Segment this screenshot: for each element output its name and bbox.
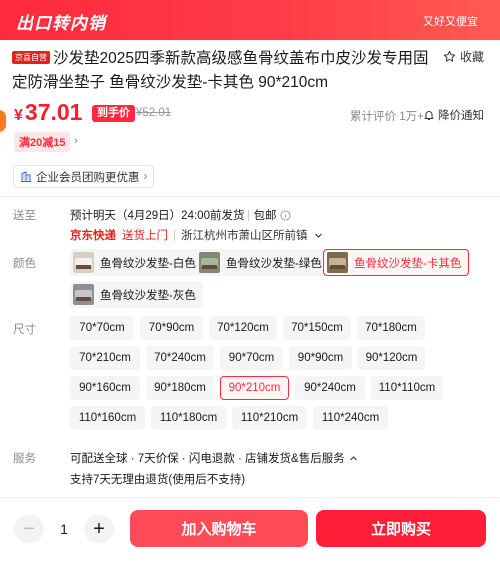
color-option-label: 鱼骨纹沙发垫-灰色: [100, 289, 196, 302]
self-operated-badge: 京喜自营: [12, 51, 50, 64]
size-option[interactable]: 90*120cm: [358, 346, 425, 370]
color-thumbnail: [327, 252, 348, 273]
size-option[interactable]: 90*160cm: [70, 376, 140, 400]
bell-icon: [424, 111, 434, 120]
size-option[interactable]: 70*180cm: [357, 316, 425, 340]
star-icon: [443, 50, 456, 62]
size-option[interactable]: 70*150cm: [283, 316, 351, 340]
review-count[interactable]: 累计评价 1万+: [350, 108, 424, 124]
size-option[interactable]: 70*120cm: [209, 316, 277, 340]
buy-now-button[interactable]: 立即购买: [316, 510, 486, 547]
price: ¥ 37.01: [14, 99, 82, 126]
section-divider: [0, 196, 500, 197]
final-price-tag: 到手价: [92, 105, 135, 122]
eta-text: 预计明天（4月29日）24:00前发货: [70, 210, 245, 222]
service-line: 可配送全球 · 7天价保 · 闪电退款 · 店铺发货&售后服务: [70, 453, 345, 465]
chevron-right-icon: ›: [143, 170, 148, 183]
size-option[interactable]: 90*180cm: [146, 376, 214, 400]
size-option[interactable]: 70*240cm: [146, 346, 214, 370]
favorite-button[interactable]: 收藏: [443, 48, 484, 65]
color-option-white[interactable]: 鱼骨纹沙发垫-白色: [70, 249, 203, 276]
quantity-decrease-button[interactable]: −: [14, 515, 44, 543]
size-option[interactable]: 70*70cm: [70, 316, 134, 340]
delivery-eta[interactable]: 预计明天（4月29日）24:00前发货 包邮: [70, 207, 292, 223]
color-option-label: 鱼骨纹沙发垫-卡其色: [354, 257, 462, 270]
service-summary[interactable]: 可配送全球 · 7天价保 · 闪电退款 · 店铺发货&售后服务: [70, 450, 358, 466]
color-option-khaki[interactable]: 鱼骨纹沙发垫-卡其色: [323, 249, 470, 276]
size-option[interactable]: 110*210cm: [232, 406, 307, 430]
price-drop-notify-button[interactable]: 降价通知: [423, 107, 484, 123]
product-title-text: 沙发垫2025四季新款高级感鱼骨纹盖布巾皮沙发专用固定防滑坐垫子 鱼骨纹沙发垫-…: [12, 50, 429, 91]
color-label: 颜色: [13, 258, 36, 270]
banner-title: 出口转内销: [16, 14, 106, 33]
price-value: 37.01: [24, 99, 83, 125]
promo-banner: 出口转内销 又好又便宜: [0, 0, 500, 40]
size-option[interactable]: 110*160cm: [70, 406, 145, 430]
notify-label: 降价通知: [438, 110, 484, 122]
corporate-label: 企业会员团购更优惠: [36, 171, 140, 184]
size-option[interactable]: 110*110cm: [371, 376, 443, 400]
address-text: 浙江杭州市萧山区所前镇: [181, 230, 308, 242]
divider: [248, 209, 250, 221]
size-option[interactable]: 90*240cm: [295, 376, 365, 400]
color-option-label: 鱼骨纹沙发垫-白色: [100, 257, 196, 270]
banner-slogan: 又好又便宜: [423, 16, 478, 28]
chevron-up-icon: [349, 455, 357, 460]
building-icon: [21, 170, 31, 182]
info-icon[interactable]: [280, 209, 292, 221]
product-title: 京喜自营 沙发垫2025四季新款高级感鱼骨纹盖布巾皮沙发专用固定防滑坐垫子 鱼骨纹…: [12, 47, 442, 95]
color-option-label: 鱼骨纹沙发垫-绿色: [226, 257, 322, 270]
service-label: 服务: [13, 453, 36, 465]
size-option-selected[interactable]: 90*210cm: [220, 376, 289, 400]
delivery-label: 送至: [13, 210, 36, 222]
currency-symbol: ¥: [14, 107, 23, 124]
size-option[interactable]: 110*240cm: [313, 406, 388, 430]
size-option[interactable]: 70*210cm: [70, 346, 140, 370]
size-option[interactable]: 70*90cm: [140, 316, 203, 340]
pickup-text: 送货上门: [122, 230, 168, 242]
quantity-increase-button[interactable]: +: [84, 515, 114, 543]
color-thumbnail: [73, 252, 94, 273]
delivery-address-row[interactable]: 京东快递 送货上门 浙江杭州市萧山区所前镇: [70, 227, 323, 243]
color-option-green[interactable]: 鱼骨纹沙发垫-绿色: [196, 249, 329, 276]
return-policy: 支持7天无理由退货(使用后不支持): [70, 474, 246, 486]
original-price: ¥52.01: [136, 107, 172, 119]
carrier-name: 京东快递: [70, 230, 116, 242]
size-label: 尺寸: [13, 324, 36, 336]
quantity-value[interactable]: 1: [44, 515, 84, 543]
divider: [174, 229, 175, 241]
favorite-label: 收藏: [459, 50, 484, 64]
coupon-badge[interactable]: 满20减15: [14, 132, 71, 152]
color-option-gray[interactable]: 鱼骨纹沙发垫-灰色: [70, 281, 203, 308]
free-shipping-text: 包邮: [253, 210, 277, 222]
add-to-cart-button[interactable]: 加入购物车: [130, 510, 308, 547]
color-thumbnail: [199, 252, 220, 273]
corporate-purchase-button[interactable]: 企业会员团购更优惠 ›: [13, 165, 155, 188]
size-option[interactable]: 90*90cm: [289, 346, 352, 370]
action-bar-divider: [0, 497, 500, 498]
size-option[interactable]: 110*180cm: [151, 406, 226, 430]
chevron-right-icon[interactable]: ›: [74, 133, 78, 147]
chevron-down-icon: [314, 233, 322, 238]
size-option[interactable]: 90*70cm: [220, 346, 283, 370]
color-thumbnail: [73, 284, 94, 305]
